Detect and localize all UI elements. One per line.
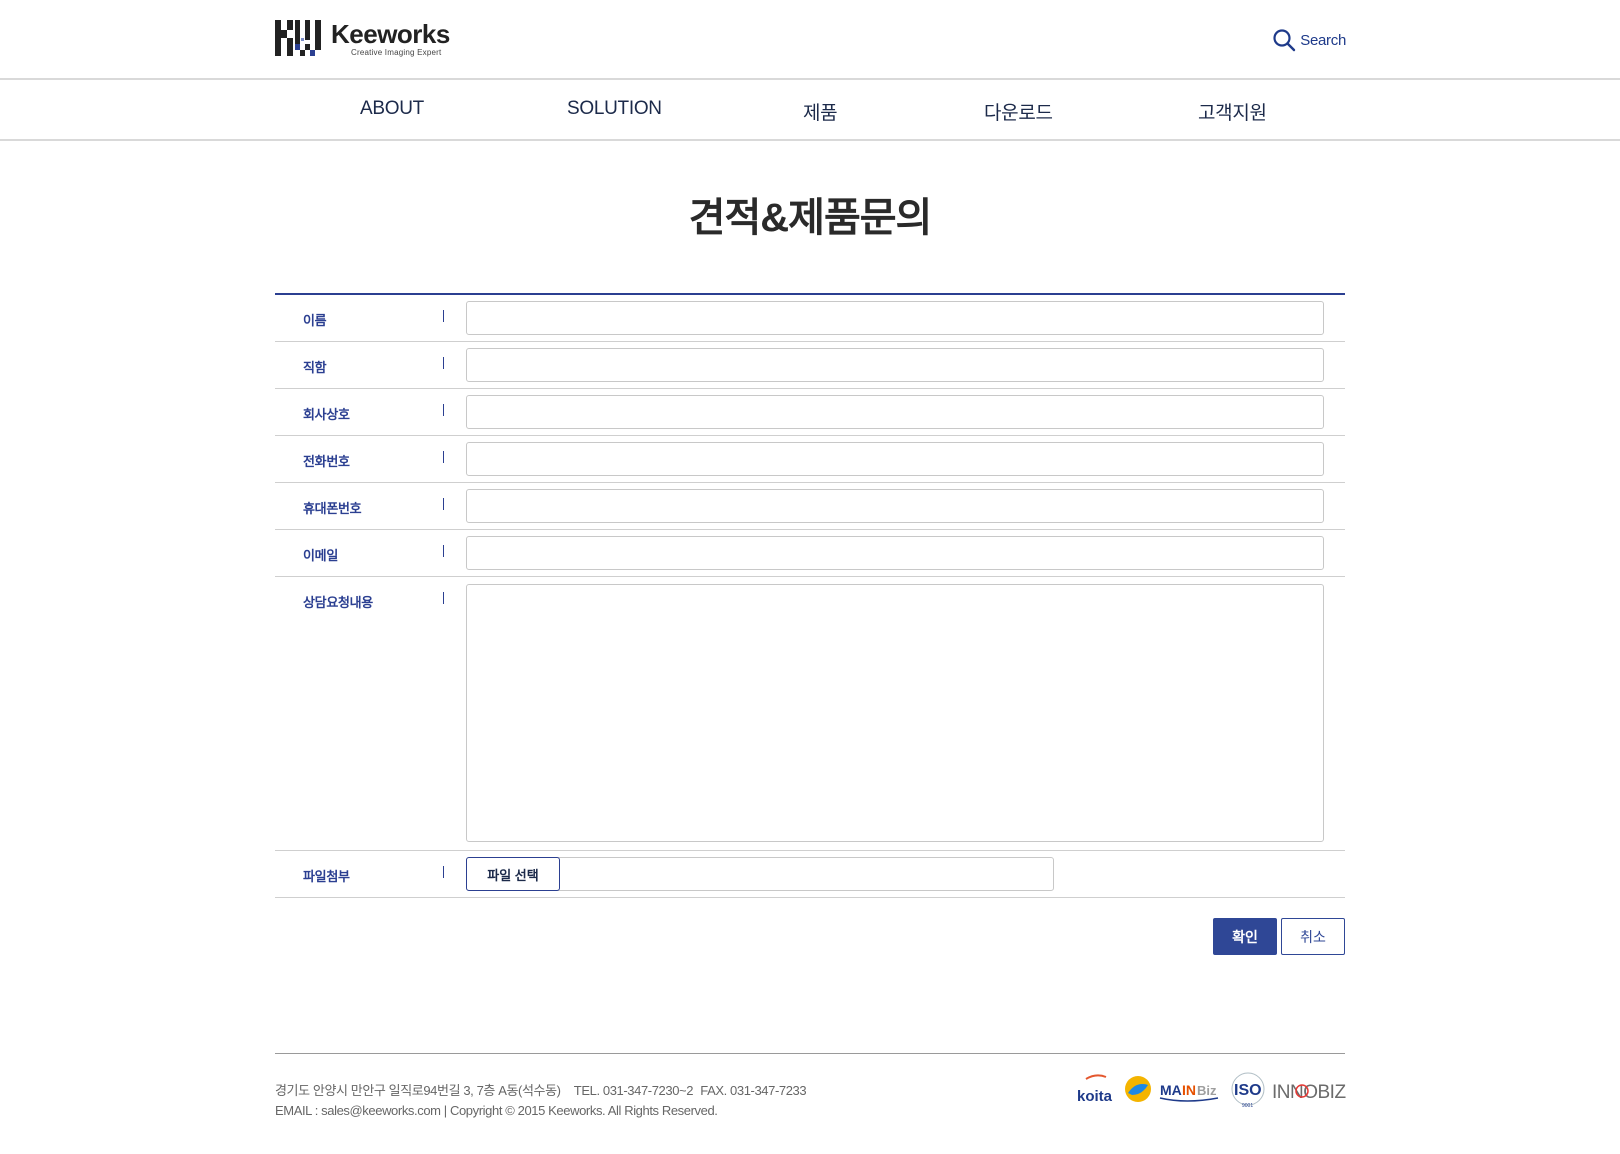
- label-separator: [443, 592, 444, 604]
- koita-logo-icon: koita: [1077, 1074, 1113, 1105]
- label-separator: [443, 866, 444, 878]
- label-separator: [443, 545, 444, 557]
- label-separator: [443, 310, 444, 322]
- phone-label: 전화번호: [303, 454, 350, 469]
- form-row-phone: 전화번호: [275, 436, 1345, 483]
- nav-item-about[interactable]: ABOUT: [360, 98, 424, 120]
- nav-item-download[interactable]: 다운로드: [984, 98, 1053, 125]
- form-row-file: 파일첨부 파일 선택: [275, 851, 1345, 898]
- email-input[interactable]: [466, 536, 1324, 570]
- svg-text:MA: MA: [1160, 1082, 1182, 1098]
- form-row-title: 직함: [275, 342, 1345, 389]
- label-separator: [443, 357, 444, 369]
- svg-text:ISO: ISO: [1234, 1082, 1262, 1099]
- job-title-label: 직함: [303, 360, 327, 375]
- keeworks-logo-mark-icon: [275, 20, 321, 56]
- label-separator: [443, 498, 444, 510]
- form-row-email: 이메일: [275, 530, 1345, 577]
- footer-tel: TEL. 031-347-7230~2: [573, 1083, 694, 1098]
- innobiz-logo-icon: INNOBIZ: [1272, 1082, 1346, 1103]
- iso-9001-logo-icon: ISO 9001: [1231, 1072, 1265, 1109]
- main-navigation: ABOUT SOLUTION 제품 다운로드 고객지원: [0, 80, 1620, 141]
- nav-item-solution[interactable]: SOLUTION: [567, 98, 662, 120]
- form-row-name: 이름: [275, 295, 1345, 342]
- job-title-input[interactable]: [466, 348, 1324, 382]
- message-textarea[interactable]: [466, 584, 1324, 842]
- message-label: 상담요청내용: [303, 595, 373, 610]
- venture-logo-icon: [1125, 1076, 1151, 1102]
- footer-email-copyright: EMAIL : sales@keeworks.com | Copyright ©…: [275, 1103, 718, 1118]
- mobile-input[interactable]: [466, 489, 1324, 523]
- name-label: 이름: [303, 313, 327, 328]
- email-label: 이메일: [303, 548, 338, 563]
- certification-logos: koita MA IN Biz ISO 9001 INNOBIZ: [1077, 1072, 1346, 1109]
- page-title: 견적&제품문의: [688, 196, 933, 240]
- label-separator: [443, 451, 444, 463]
- svg-text:Biz: Biz: [1197, 1083, 1217, 1098]
- inquiry-form: 이름 직함 회사상호 전화번호 휴대폰번호 이메일 상담요청내용 파일첨부 파일…: [275, 293, 1345, 898]
- search-label: Search: [1300, 31, 1346, 49]
- label-separator: [443, 404, 444, 416]
- search-icon: [1273, 29, 1296, 52]
- phone-input[interactable]: [466, 442, 1324, 476]
- keeworks-logo[interactable]: Keeworks Creative Imaging Expert: [275, 20, 450, 60]
- nav-item-support[interactable]: 고객지원: [1198, 98, 1267, 125]
- name-input[interactable]: [466, 301, 1324, 335]
- footer-fax: FAX. 031-347-7233: [700, 1083, 807, 1098]
- svg-text:IN: IN: [1182, 1082, 1196, 1098]
- form-row-mobile: 휴대폰번호: [275, 483, 1345, 530]
- search-button[interactable]: Search: [1272, 28, 1346, 52]
- footer-divider: [275, 1053, 1345, 1054]
- logo-tagline: Creative Imaging Expert: [351, 48, 442, 57]
- form-row-message: 상담요청내용: [275, 577, 1345, 851]
- logo-name: Keeworks: [331, 19, 450, 49]
- file-select-button[interactable]: 파일 선택: [466, 857, 560, 891]
- company-input[interactable]: [466, 395, 1324, 429]
- form-row-company: 회사상호: [275, 389, 1345, 436]
- site-header: Keeworks Creative Imaging Expert Search: [0, 0, 1620, 80]
- svg-text:9001: 9001: [1242, 1103, 1253, 1109]
- footer-address: 경기도 안양시 만안구 일직로94번길 3, 7층 A동(석수동): [275, 1083, 561, 1098]
- file-label: 파일첨부: [303, 869, 350, 884]
- company-label: 회사상호: [303, 407, 350, 422]
- svg-text:koita: koita: [1077, 1088, 1113, 1105]
- mobile-label: 휴대폰번호: [303, 501, 362, 516]
- cancel-button[interactable]: 취소: [1281, 918, 1345, 955]
- nav-item-products[interactable]: 제품: [803, 98, 838, 125]
- mainbiz-logo-icon: MA IN Biz: [1159, 1082, 1219, 1102]
- confirm-button[interactable]: 확인: [1213, 918, 1277, 955]
- footer-info: 경기도 안양시 만안구 일직로94번길 3, 7층 A동(석수동) TEL. 0…: [275, 1081, 807, 1121]
- svg-text:INNOBIZ: INNOBIZ: [1272, 1082, 1346, 1103]
